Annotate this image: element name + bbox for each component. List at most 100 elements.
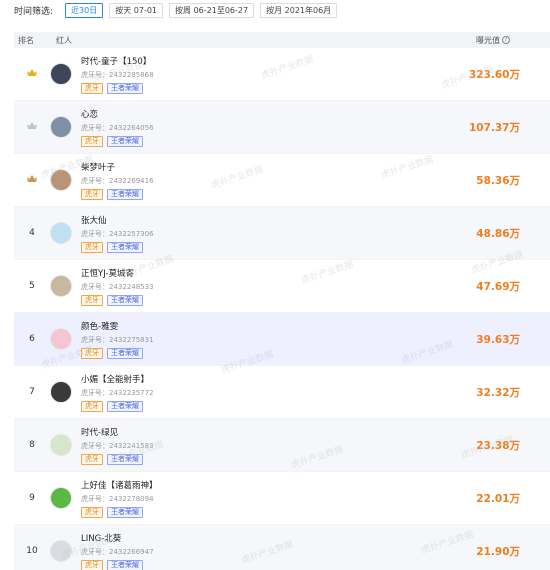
streamer-info: 心恋虎牙号：2432264056 虎牙 王者荣耀 [81,108,430,147]
platform-tag: 虎牙 [81,294,103,306]
streamer-name[interactable]: 柴梦叶子 [81,161,430,173]
game-tag: 王者荣耀 [107,294,143,306]
tag-group: 虎牙 王者荣耀 [81,453,430,465]
uid-prefix: 虎牙号： [81,388,109,397]
exposure-value: 58.36万 [476,174,520,187]
table-row[interactable]: 6 颜色-雅雯 虎牙号：2432275831 虎牙 王者荣耀 39.63万 [14,313,550,366]
streamer-name[interactable]: 颜色-雅雯 [81,320,430,332]
game-tag: 王者荣耀 [107,82,143,94]
streamer-info: 正恒YJ-莫城寄 虎牙号：2432248533 虎牙 王者荣耀 [81,267,430,306]
filter-button-day[interactable]: 按天 07-01 [109,2,164,18]
streamer-info: 上好佳【诸葛雨神】 虎牙号：2432278094 虎牙 王者荣耀 [81,479,430,518]
streamer-name[interactable]: 正恒YJ-莫城寄 [81,267,430,279]
streamer-info: 柴梦叶子 虎牙号：2432269416 虎牙 王者荣耀 [81,161,430,200]
streamer-name[interactable]: 心恋 [81,108,430,120]
table-row[interactable]: 柴梦叶子 虎牙号：2432269416 虎牙 王者荣耀 58.36万 [14,154,550,207]
table-row[interactable]: 4 张大仙 虎牙号：2432257306 虎牙 王者荣耀 48.86万 [14,207,550,260]
streamer-info: 时代-童子【150】 虎牙号：2432285868 虎牙 王者荣耀 [81,55,430,94]
streamer-uid: 虎牙号：2432285868 [81,70,430,80]
exposure-value: 107.37万 [468,121,520,134]
streamer-uid: 虎牙号：2432278094 [81,494,430,504]
uid-number: 2432278094 [109,494,154,503]
exposure-value: 323.60万 [468,68,520,81]
exposure-value: 23.38万 [476,439,520,452]
table-row[interactable]: 5 正恒YJ-莫城寄 虎牙号：2432248533 虎牙 王者荣耀 47.69万 [14,260,550,313]
time-filter-bar: 时间筛选: 近30日 按天 07-01 按周 06-21至06-27 按月 20… [0,0,550,20]
avatar[interactable] [50,116,72,138]
filter-button-30days[interactable]: 近30日 [65,2,104,18]
game-tag: 王者荣耀 [107,241,143,253]
tag-group: 虎牙 王者荣耀 [81,188,430,200]
platform-tag: 虎牙 [81,241,103,253]
game-tag: 王者荣耀 [107,506,143,518]
platform-tag: 虎牙 [81,506,103,518]
streamer-info: LING-北葵 虎牙号：2432266947 虎牙 王者荣耀 [81,532,430,570]
avatar[interactable] [50,381,72,403]
table-row[interactable]: 10 LING-北葵 虎牙号：2432266947 虎牙 王者荣耀 21.90万 [14,525,550,570]
platform-tag: 虎牙 [81,188,103,200]
game-tag: 王者荣耀 [107,453,143,465]
game-tag: 王者荣耀 [107,559,143,570]
avatar[interactable] [50,222,72,244]
rank-number: 5 [29,281,35,291]
uid-prefix: 虎牙号： [81,282,109,291]
filter-label: 时间筛选: [14,6,54,17]
avatar[interactable] [50,169,72,191]
tag-group: 虎牙 王者荣耀 [81,135,430,147]
uid-number: 2432266947 [109,547,154,556]
uid-number: 2432248533 [109,282,154,291]
streamer-name[interactable]: 时代-童子【150】 [81,55,430,67]
rank-cell: 10 [14,546,50,556]
streamer-name[interactable]: LING-北葵 [81,532,430,544]
avatar[interactable] [50,434,72,456]
exposure-value: 47.69万 [476,280,520,293]
rank-number: 9 [29,493,35,503]
platform-tag: 虎牙 [81,453,103,465]
streamer-name[interactable]: 上好佳【诸葛雨神】 [81,479,430,491]
streamer-uid: 虎牙号：2432257306 [81,229,430,239]
filter-button-week[interactable]: 按周 06-21至06-27 [169,2,255,18]
streamer-info: 小媚【全能射手】 虎牙号：2432235772 虎牙 王者荣耀 [81,373,430,412]
platform-tag: 虎牙 [81,400,103,412]
tag-group: 虎牙 王者荣耀 [81,400,430,412]
uid-prefix: 虎牙号： [81,547,109,556]
avatar[interactable] [50,487,72,509]
streamer-uid: 虎牙号：2432275831 [81,335,430,345]
streamer-uid: 虎牙号：2432264056 [81,123,430,133]
avatar[interactable] [50,540,72,562]
rank-cell [14,122,50,132]
tag-group: 虎牙 王者荣耀 [81,241,430,253]
rank-cell [14,69,50,79]
streamer-uid: 虎牙号：2432248533 [81,282,430,292]
platform-tag: 虎牙 [81,135,103,147]
avatar[interactable] [50,63,72,85]
uid-prefix: 虎牙号： [81,441,109,450]
uid-prefix: 虎牙号： [81,335,109,344]
streamer-uid: 虎牙号：2432266947 [81,547,430,557]
exposure-value: 48.86万 [476,227,520,240]
tag-group: 虎牙 王者荣耀 [81,294,430,306]
exposure-value: 39.63万 [476,333,520,346]
streamer-info: 颜色-雅雯 虎牙号：2432275831 虎牙 王者荣耀 [81,320,430,359]
game-tag: 王者荣耀 [107,347,143,359]
filter-button-month[interactable]: 按月 2021年06月 [260,2,338,18]
table-row[interactable]: 9 上好佳【诸葛雨神】 虎牙号：2432278094 虎牙 王者荣耀 22.01万 [14,472,550,525]
uid-prefix: 虎牙号： [81,70,109,79]
tag-group: 虎牙 王者荣耀 [81,559,430,570]
table-row[interactable]: 7 小媚【全能射手】 虎牙号：2432235772 虎牙 王者荣耀 32.32万 [14,366,550,419]
table-row[interactable]: 时代-童子【150】 虎牙号：2432285868 虎牙 王者荣耀 323.60万 [14,48,550,101]
info-icon[interactable]: ? [502,36,510,44]
column-header-rank: 排名 [18,35,34,45]
streamer-name[interactable]: 时代-绿见 [81,426,430,438]
rank-number: 8 [29,440,35,450]
avatar[interactable] [50,275,72,297]
streamer-name[interactable]: 张大仙 [81,214,430,226]
column-header-exposure-label: 曝光值 [476,35,500,45]
uid-number: 2432264056 [109,123,154,132]
avatar[interactable] [50,328,72,350]
table-row[interactable]: 心恋虎牙号：2432264056 虎牙 王者荣耀 107.37万 [14,101,550,154]
uid-prefix: 虎牙号： [81,229,109,238]
game-tag: 王者荣耀 [107,135,143,147]
streamer-name[interactable]: 小媚【全能射手】 [81,373,430,385]
table-row[interactable]: 8 时代-绿见 虎牙号：2432241583 虎牙 王者荣耀 23.38万 [14,419,550,472]
